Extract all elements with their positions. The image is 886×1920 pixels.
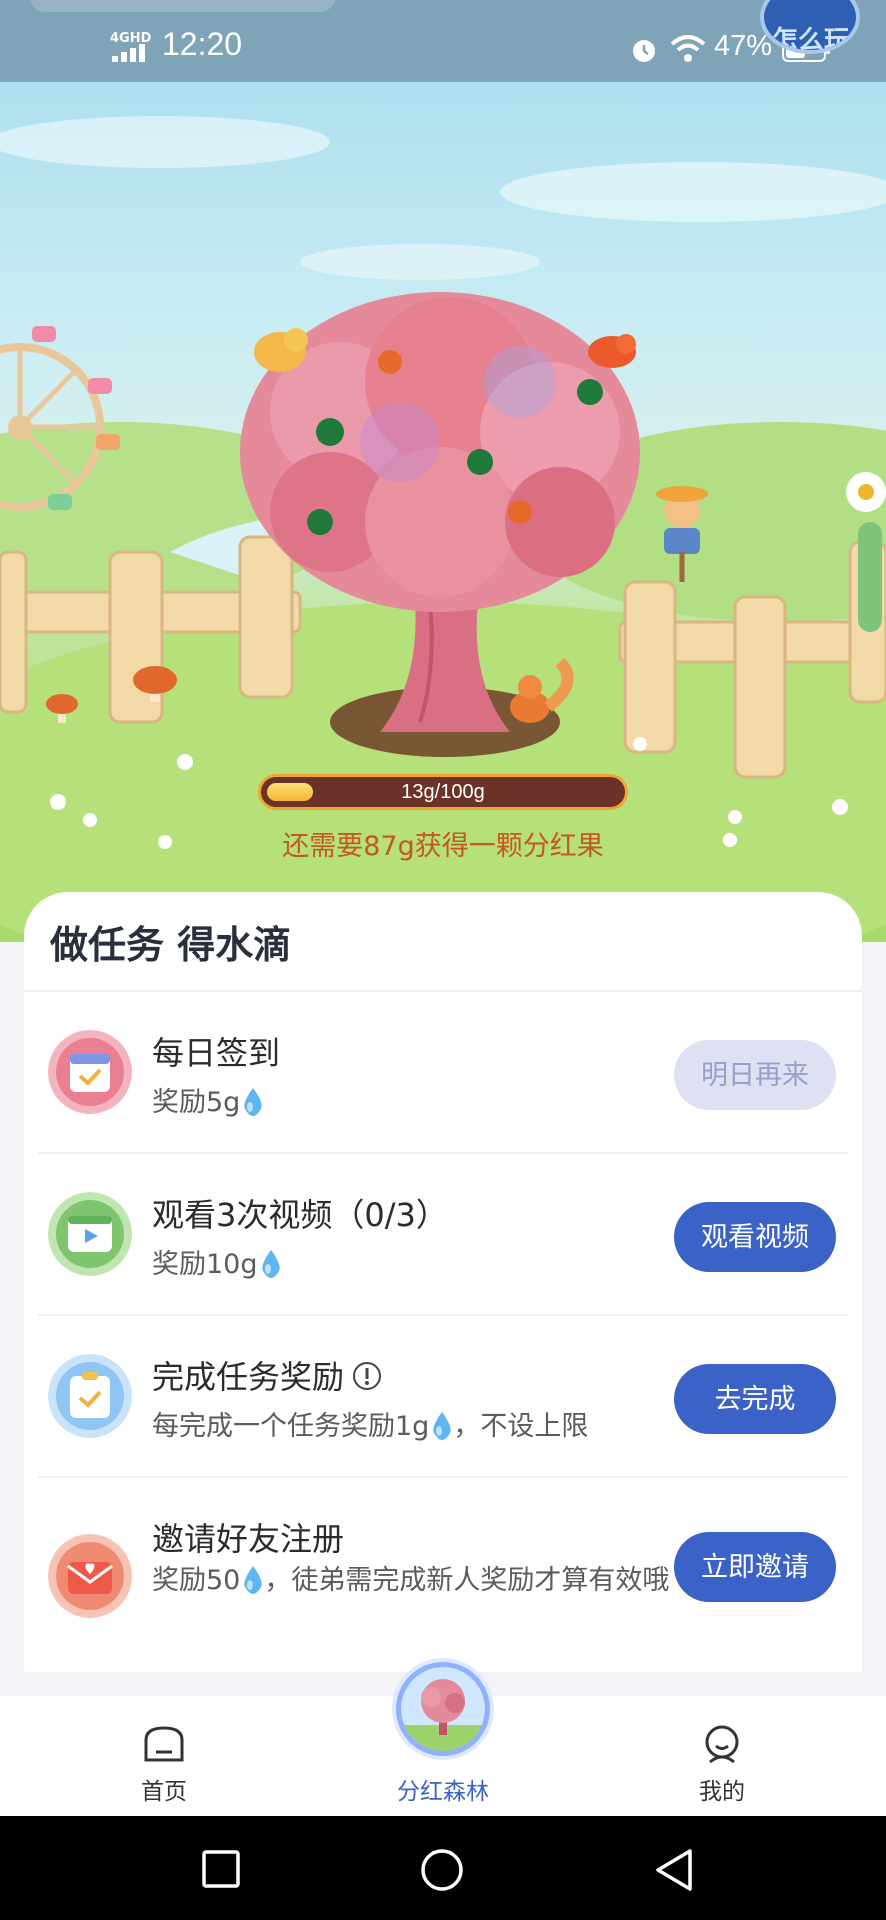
task-reward-suffix: ，徒弟需完成新人奖励才算有效哦 (264, 1565, 670, 1596)
task-name: 完成任务奖励 (152, 1352, 382, 1398)
recents-icon[interactable] (202, 1850, 240, 1888)
task-name: 每日签到 (152, 1034, 281, 1072)
task-reward: 奖励5g (152, 1080, 264, 1119)
nav-mine-label: 我的 (699, 1779, 745, 1805)
task-card-title: 做任务 得水滴 (50, 923, 292, 967)
how-to-play-badge[interactable]: 怎么玩 (760, 0, 860, 54)
task-reward: 奖励50 ，徒弟需完成新人奖励才算有效哦 (152, 1562, 672, 1599)
task-reward-text: 奖励5g (152, 1087, 241, 1118)
nav-mine[interactable]: 我的 (642, 1696, 802, 1816)
task-reward-suffix: ，不设上限 (453, 1411, 589, 1442)
home-circle-icon[interactable] (420, 1848, 464, 1892)
wifi-icon (670, 35, 706, 62)
tree-scene: 13g/100g 还需要87g获得一颗分红果 (0, 82, 886, 942)
nav-home-label: 首页 (141, 1779, 187, 1805)
task-name: 观看3次视频（0/3） (152, 1196, 448, 1234)
dynamic-island (30, 0, 335, 12)
alarm-icon (633, 40, 655, 62)
nav-forest-label: 分红森林 (397, 1779, 489, 1805)
clock: 12:20 (162, 26, 243, 62)
growth-progress-bar: 13g/100g (258, 774, 628, 810)
task-reward-text: 每完成一个任务奖励1g (152, 1411, 430, 1442)
nav-forest[interactable]: 分红森林 (362, 1646, 524, 1816)
task-name-text: 完成任务奖励 (152, 1358, 345, 1396)
task-reward-text: 奖励50 (152, 1565, 241, 1596)
task-reward: 每完成一个任务奖励1g ，不设上限 (152, 1404, 588, 1443)
task-row-complete-tasks: 完成任务奖励 每完成一个任务奖励1g ，不设上限 去完成 (24, 1316, 862, 1478)
task-reward: 奖励10g (152, 1242, 282, 1281)
watch-video-button[interactable]: 观看视频 (674, 1202, 836, 1272)
task-row-daily-checkin: 每日签到 奖励5g 明日再来 (24, 992, 862, 1154)
task-reward-text: 奖励10g (152, 1249, 258, 1280)
water-drop-icon (244, 1088, 262, 1116)
video-icon (48, 1192, 132, 1276)
task-card: 做任务 得水滴 每日签到 奖励5g 明日再来 观看3次视频（0/3） 奖励10g… (24, 892, 862, 1672)
water-drop-icon (433, 1412, 451, 1440)
system-nav-bar (0, 1816, 886, 1920)
back-icon[interactable] (654, 1848, 694, 1892)
clipboard-icon (48, 1354, 132, 1438)
battery-percent: 47% (714, 30, 773, 62)
water-drop-icon (261, 1250, 280, 1278)
profile-icon (705, 1725, 739, 1764)
remaining-hint: 还需要87g获得一颗分红果 (282, 831, 604, 862)
signal-icon (112, 44, 145, 62)
app-screen: 4GHD 12:20 47% 怎么玩 13g/100g 还需要87g获得一颗分红… (0, 0, 886, 1920)
info-icon[interactable] (352, 1361, 382, 1391)
nav-home[interactable]: 首页 (84, 1696, 244, 1816)
envelope-icon (48, 1534, 132, 1618)
scene-illustration (0, 116, 886, 942)
progress-label: 13g/100g (401, 781, 485, 803)
water-drop-icon (244, 1566, 263, 1594)
forest-tree-icon (396, 1662, 490, 1756)
task-row-watch-video: 观看3次视频（0/3） 奖励10g 观看视频 (24, 1154, 862, 1316)
home-icon (144, 1726, 184, 1762)
task-name: 邀请好友注册 (152, 1520, 345, 1558)
come-back-tomorrow-button[interactable]: 明日再来 (674, 1040, 836, 1110)
invite-now-button[interactable]: 立即邀请 (674, 1532, 836, 1602)
how-to-play-label: 怎么玩 (772, 26, 851, 54)
calendar-icon (48, 1030, 132, 1114)
go-complete-button[interactable]: 去完成 (674, 1364, 836, 1434)
status-bar: 4GHD 12:20 47% 怎么玩 (0, 0, 886, 82)
task-row-invite-friend: 邀请好友注册 奖励50 ，徒弟需完成新人奖励才算有效哦 立即邀请 (24, 1478, 862, 1672)
